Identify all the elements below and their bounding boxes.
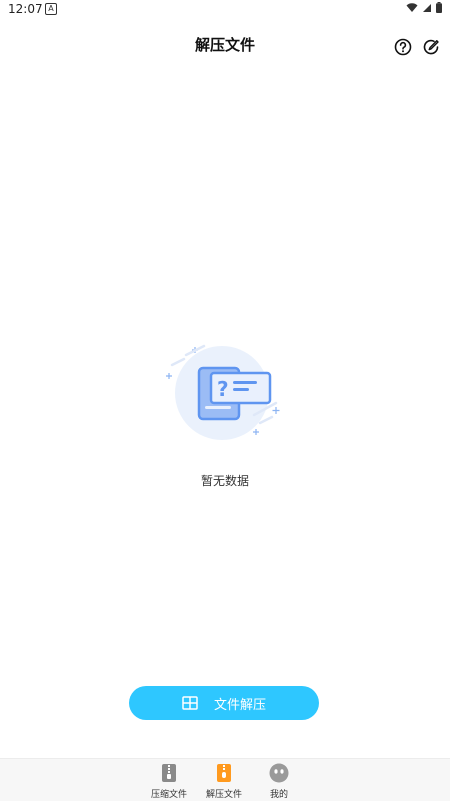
empty-state-text: 暂无数据	[200, 474, 249, 488]
extract-file-icon	[217, 764, 231, 782]
help-button[interactable]	[394, 38, 412, 56]
status-bar: 12:07 A	[0, 0, 450, 20]
edit-button[interactable]	[422, 38, 440, 56]
signal-icon	[423, 3, 431, 12]
empty-data-illustration: ?	[166, 344, 280, 440]
wifi-icon	[406, 2, 418, 12]
nav-label-extract: 解压文件	[205, 790, 242, 800]
notification-icon: A	[45, 3, 57, 15]
nav-label-mine: 我的	[269, 790, 288, 800]
edit-circle-icon	[423, 39, 439, 55]
extract-file-button[interactable]: 文件解压	[129, 686, 319, 720]
nav-label-compress: 压缩文件	[150, 790, 187, 800]
page-title: 解压文件	[194, 36, 255, 54]
zip-file-icon	[162, 764, 176, 782]
svg-text:?: ?	[217, 377, 229, 401]
nav-item-compress[interactable]: 压缩文件	[139, 763, 199, 801]
battery-icon	[436, 2, 442, 13]
nav-item-mine[interactable]: 我的	[249, 763, 309, 801]
app-header: 解压文件	[0, 22, 450, 66]
bottom-nav: 压缩文件 解压文件 我的	[0, 758, 450, 801]
profile-face-icon	[269, 763, 289, 783]
question-circle-icon	[394, 38, 412, 56]
extract-file-button-label: 文件解压	[213, 697, 266, 713]
status-icons	[406, 2, 442, 13]
archive-icon	[182, 696, 198, 710]
nav-item-extract[interactable]: 解压文件	[194, 763, 254, 801]
status-time: 12:07	[8, 2, 43, 16]
